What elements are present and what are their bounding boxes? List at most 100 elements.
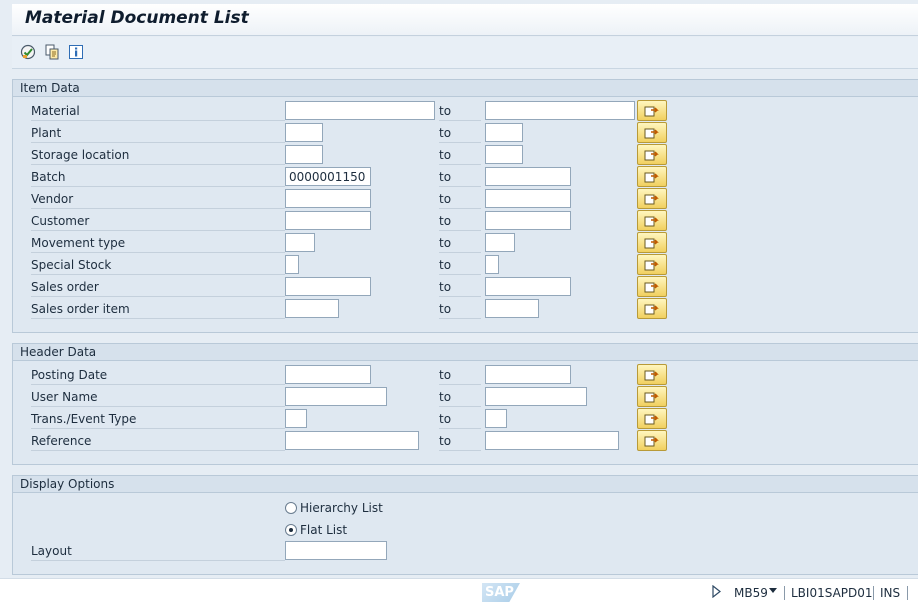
- movement-type-to-input[interactable]: [485, 233, 515, 252]
- label-trans-event-type: Trans./Event Type: [31, 410, 285, 429]
- row-storage-location: Storage location to: [13, 144, 918, 166]
- label-batch: Batch: [31, 168, 285, 187]
- special-stock-to-input[interactable]: [485, 255, 499, 274]
- row-plant: Plant to: [13, 122, 918, 144]
- storage-location-to-input[interactable]: [485, 145, 523, 164]
- chevron-down-icon[interactable]: [768, 584, 778, 598]
- sales-order-to-input[interactable]: [485, 277, 571, 296]
- row-vendor: Vendor to: [13, 188, 918, 210]
- user-name-multiple-selection-button[interactable]: [637, 386, 667, 407]
- header-data-group: Header Data Posting Date to User Name to…: [12, 343, 918, 465]
- trans-event-type-multiple-selection-button[interactable]: [637, 408, 667, 429]
- to-label: to: [439, 410, 481, 429]
- application-toolbar: [12, 37, 918, 69]
- sales-order-item-to-input[interactable]: [485, 299, 539, 318]
- batch-from-input[interactable]: [285, 167, 371, 186]
- row-sales-order: Sales order to: [13, 276, 918, 298]
- input-mode: INS: [880, 586, 901, 600]
- plant-to-input[interactable]: [485, 123, 523, 142]
- sales-order-multiple-selection-button[interactable]: [637, 276, 667, 297]
- hierarchy-list-radio[interactable]: [285, 502, 297, 514]
- flat-list-option[interactable]: Flat List: [285, 520, 347, 540]
- label-vendor: Vendor: [31, 190, 285, 209]
- status-divider: [907, 586, 908, 600]
- batch-multiple-selection-button[interactable]: [637, 166, 667, 187]
- customer-to-input[interactable]: [485, 211, 571, 230]
- reference-multiple-selection-button[interactable]: [637, 430, 667, 451]
- label-special-stock: Special Stock: [31, 256, 285, 275]
- hierarchy-list-option[interactable]: Hierarchy List: [285, 498, 383, 518]
- row-material: Material to: [13, 100, 918, 122]
- plant-from-input[interactable]: [285, 123, 323, 142]
- label-sales-order-item: Sales order item: [31, 300, 285, 319]
- row-sales-order-item: Sales order item to: [13, 298, 918, 320]
- posting-date-multiple-selection-button[interactable]: [637, 364, 667, 385]
- label-material: Material: [31, 102, 285, 121]
- to-label: to: [439, 190, 481, 209]
- display-options-header: Display Options: [13, 476, 918, 493]
- row-batch: Batch to: [13, 166, 918, 188]
- row-layout: Layout: [13, 540, 918, 562]
- special-stock-multiple-selection-button[interactable]: [637, 254, 667, 275]
- label-layout: Layout: [31, 542, 285, 561]
- sales-order-from-input[interactable]: [285, 277, 371, 296]
- info-icon[interactable]: [67, 43, 85, 61]
- row-customer: Customer to: [13, 210, 918, 232]
- vendor-multiple-selection-button[interactable]: [637, 188, 667, 209]
- layout-input[interactable]: [285, 541, 387, 560]
- sales-order-item-multiple-selection-button[interactable]: [637, 298, 667, 319]
- customer-from-input[interactable]: [285, 211, 371, 230]
- status-divider: [784, 586, 785, 600]
- execute-icon[interactable]: [19, 43, 37, 61]
- row-posting-date: Posting Date to: [13, 364, 918, 386]
- label-movement-type: Movement type: [31, 234, 285, 253]
- hierarchy-list-label: Hierarchy List: [300, 501, 383, 515]
- sales-order-item-from-input[interactable]: [285, 299, 339, 318]
- reference-from-input[interactable]: [285, 431, 419, 450]
- to-label: to: [439, 278, 481, 297]
- label-sales-order: Sales order: [31, 278, 285, 297]
- movement-type-from-input[interactable]: [285, 233, 315, 252]
- reference-to-input[interactable]: [485, 431, 619, 450]
- page-title: Material Document List: [25, 8, 249, 28]
- special-stock-from-input[interactable]: [285, 255, 299, 274]
- to-label: to: [439, 300, 481, 319]
- label-storage-location: Storage location: [31, 146, 285, 165]
- to-label: to: [439, 168, 481, 187]
- sap-logo: SAP: [482, 583, 520, 602]
- to-label: to: [439, 124, 481, 143]
- batch-to-input[interactable]: [485, 167, 571, 186]
- material-multiple-selection-button[interactable]: [637, 100, 667, 121]
- to-label: to: [439, 432, 481, 451]
- vendor-to-input[interactable]: [485, 189, 571, 208]
- to-label: to: [439, 388, 481, 407]
- server-name: LBI01SAPD01: [791, 586, 873, 600]
- posting-date-to-input[interactable]: [485, 365, 571, 384]
- status-bar: SAP MB59 LBI01SAPD01 INS: [0, 578, 918, 606]
- play-triangle-icon[interactable]: [712, 584, 722, 599]
- row-trans-event-type: Trans./Event Type to: [13, 408, 918, 430]
- movement-type-multiple-selection-button[interactable]: [637, 232, 667, 253]
- item-data-group: Item Data Material to Plant to Storage l…: [12, 79, 918, 333]
- status-divider: [873, 586, 874, 600]
- user-name-to-input[interactable]: [485, 387, 587, 406]
- trans-event-type-from-input[interactable]: [285, 409, 307, 428]
- user-name-from-input[interactable]: [285, 387, 387, 406]
- material-from-input[interactable]: [285, 101, 435, 120]
- storage-location-from-input[interactable]: [285, 145, 323, 164]
- label-plant: Plant: [31, 124, 285, 143]
- material-to-input[interactable]: [485, 101, 635, 120]
- vendor-from-input[interactable]: [285, 189, 371, 208]
- plant-multiple-selection-button[interactable]: [637, 122, 667, 143]
- row-movement-type: Movement type to: [13, 232, 918, 254]
- to-label: to: [439, 256, 481, 275]
- trans-event-type-to-input[interactable]: [485, 409, 507, 428]
- to-label: to: [439, 366, 481, 385]
- storage-location-multiple-selection-button[interactable]: [637, 144, 667, 165]
- customer-multiple-selection-button[interactable]: [637, 210, 667, 231]
- label-reference: Reference: [31, 432, 285, 451]
- copy-variant-icon[interactable]: [43, 43, 61, 61]
- title-bar: Material Document List: [12, 4, 918, 36]
- posting-date-from-input[interactable]: [285, 365, 371, 384]
- flat-list-radio[interactable]: [285, 524, 297, 536]
